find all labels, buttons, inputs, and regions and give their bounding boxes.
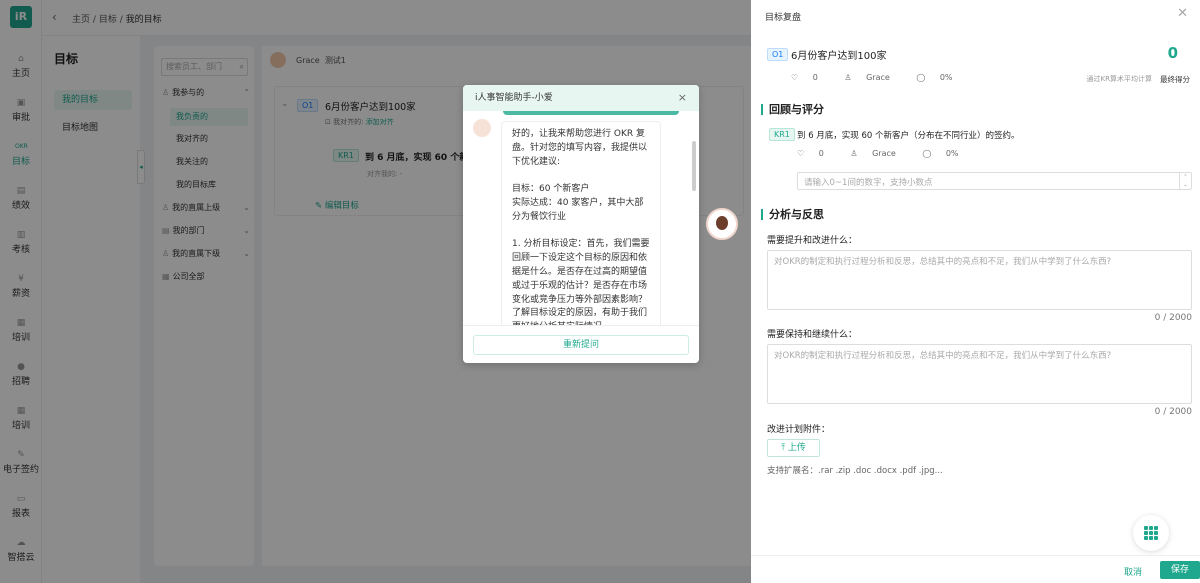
close-icon[interactable]: ✕ <box>1177 6 1188 21</box>
assistant-float-avatar[interactable] <box>706 208 738 240</box>
drawer-title: 目标复盘 <box>765 13 802 23</box>
assistant-dialog: i人事智能助手-小爱 × 好的，让我来帮助您进行 OKR 复盘。针对您的填写内容… <box>463 85 699 363</box>
improve-char-count: 0 / 2000 <box>1154 313 1192 323</box>
person-icon: ♙ <box>844 73 855 82</box>
objective-title: 6月份客户达到100家 <box>791 51 887 62</box>
attachment-label: 改进计划附件： <box>767 425 831 435</box>
like-icon: ♡ <box>797 149 807 158</box>
improve-textarea[interactable]: 对OKR的制定和执行过程分析和反思，总结其中的亮点和不足，我们从中学到了什么东西… <box>767 250 1192 310</box>
progress-ring-icon: ◯ <box>922 149 934 158</box>
calc-note: 通过KR算术平均计算 <box>1086 75 1152 83</box>
improve-label: 需要提升和改进什么： <box>767 236 858 246</box>
save-button[interactable]: 保存 <box>1160 561 1200 579</box>
chat-scrollbar[interactable] <box>692 141 696 191</box>
dialog-footer: 重新提问 <box>463 325 699 363</box>
keep-textarea[interactable]: 对OKR的制定和执行过程分析和反思，总结其中的亮点和不足，我们从中学到了什么东西… <box>767 344 1192 404</box>
kr-text: 到 6 月底，实现 60 个新客户（分布在不同行业）的签约。 <box>797 131 1020 141</box>
assistant-avatar <box>473 119 491 137</box>
dialog-header: i人事智能助手-小爱 × <box>463 85 699 111</box>
like-count: ♡ 0 <box>791 73 818 82</box>
drawer-footer: 取消 保存 <box>751 555 1200 583</box>
person-icon: ♙ <box>850 149 861 158</box>
keep-label: 需要保持和继续什么： <box>767 330 858 340</box>
final-score-label: 最终得分 <box>1160 75 1190 84</box>
cancel-button[interactable]: 取消 <box>1124 565 1142 578</box>
like-icon: ♡ <box>791 73 801 82</box>
kr-meta: ♡ 0 ♙ Grace ◯ 0% <box>797 149 983 158</box>
review-drawer: 目标复盘 ✕ O1 6月份客户达到100家 0 ♡ 0 ♙ Grace ◯ 0%… <box>751 0 1200 583</box>
retry-button[interactable]: 重新提问 <box>473 335 689 355</box>
chat-messages[interactable]: 好的，让我来帮助您进行 OKR 复盘。针对您的填写内容，我提供以下优化建议: 目… <box>463 111 699 325</box>
message-edge <box>503 111 679 115</box>
keep-char-count: 0 / 2000 <box>1154 407 1192 417</box>
upload-icon: ⤒ <box>781 443 788 453</box>
close-icon[interactable]: × <box>678 85 687 111</box>
kr-tag: KR1 <box>769 128 795 141</box>
review-section-title: 回顾与评分 <box>761 104 824 115</box>
objective-meta: ♡ 0 ♙ Grace ◯ 0% <box>791 73 977 82</box>
kr-score-input[interactable]: 请输入0~1间的数字，支持小数点 ⌃ ⌄ <box>797 172 1192 190</box>
like-count: ♡ 0 <box>797 149 824 158</box>
objective-tag: O1 <box>767 48 789 61</box>
dialog-title: i人事智能助手-小爱 <box>475 93 553 103</box>
final-score-value: 0 <box>1167 44 1178 62</box>
number-stepper[interactable]: ⌃ ⌄ <box>1179 173 1191 189</box>
owner-name: ♙ Grace <box>850 149 896 158</box>
grid-icon <box>1144 526 1158 540</box>
app-grid-button[interactable] <box>1133 515 1169 551</box>
upload-button[interactable]: ⤒ 上传 <box>767 439 820 457</box>
progress-value: ◯ 0% <box>916 73 953 82</box>
progress-ring-icon: ◯ <box>916 73 928 82</box>
extension-note: 支持扩展名：.rar .zip .doc .docx .pdf .jpg... <box>767 466 943 476</box>
assistant-message: 好的，让我来帮助您进行 OKR 复盘。针对您的填写内容，我提供以下优化建议: 目… <box>501 121 661 325</box>
progress-value: ◯ 0% <box>922 149 959 158</box>
owner-name: ♙ Grace <box>844 73 890 82</box>
analysis-section-title: 分析与反思 <box>761 209 824 220</box>
